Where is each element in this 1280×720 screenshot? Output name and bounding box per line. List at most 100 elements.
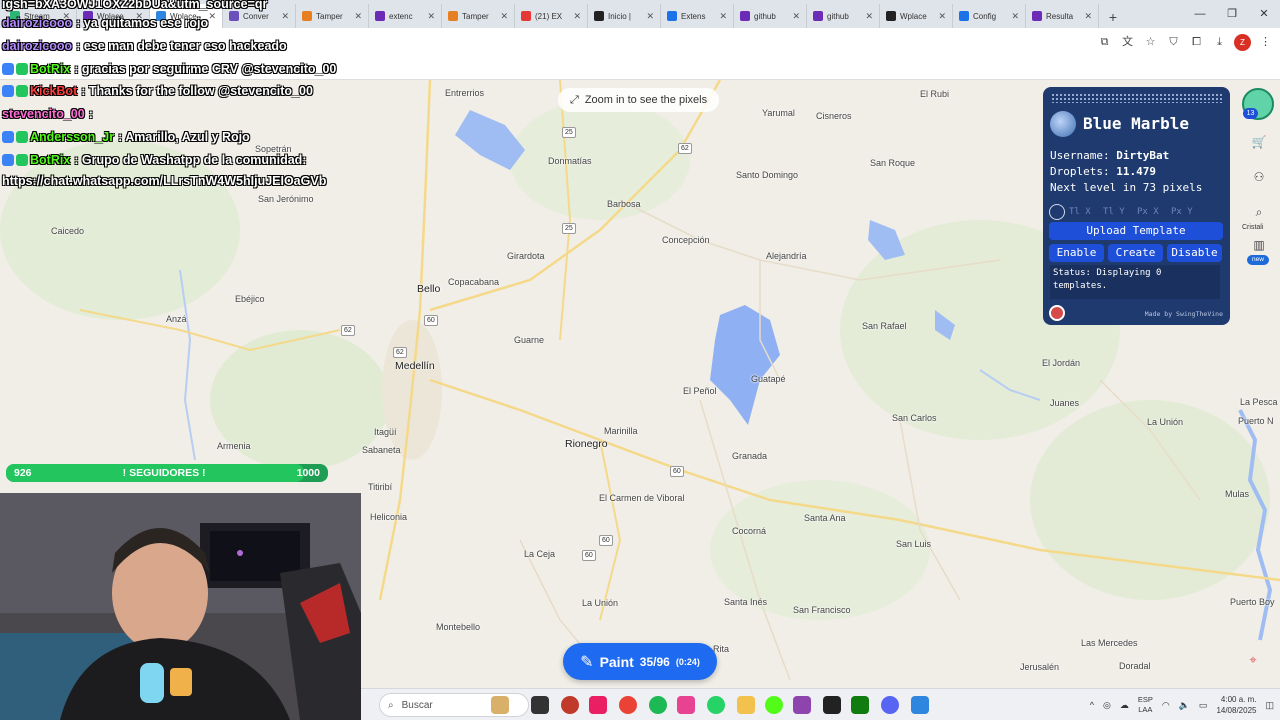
tab-close-icon[interactable]: ✕ xyxy=(573,11,581,22)
app-icon-4[interactable] xyxy=(793,696,811,714)
pin-icon[interactable] xyxy=(1049,204,1065,220)
map-place-label: San Luis xyxy=(896,539,932,549)
extension-shield-icon[interactable]: ⛉ xyxy=(1165,34,1182,51)
discord-icon[interactable] xyxy=(881,696,899,714)
locate-icon[interactable]: ⌖ xyxy=(1243,650,1263,670)
chat-username: dairozicooo xyxy=(2,16,73,30)
tile-y-input[interactable]: Tl Y xyxy=(1103,207,1133,217)
app-icon-1[interactable] xyxy=(561,696,579,714)
browser-tab[interactable]: Resulta ✕ xyxy=(1026,4,1099,28)
tray-app-icon[interactable]: ◎ xyxy=(1103,700,1111,711)
browser-tab[interactable]: Extens ✕ xyxy=(661,4,734,28)
map-place-label: El Jordán xyxy=(1042,358,1081,368)
extensions-icon[interactable]: ⧠ xyxy=(1188,34,1205,51)
browser-tab[interactable]: Inicio | ✕ xyxy=(588,4,661,28)
cast-icon[interactable]: ⧉ xyxy=(1096,34,1113,51)
new-tab-button[interactable]: + xyxy=(1103,6,1123,28)
volume-icon[interactable]: 🔈 xyxy=(1179,700,1190,711)
clock[interactable]: 4:00 a. m. 14/08/2025 xyxy=(1216,694,1256,716)
close-window-icon[interactable]: ✕ xyxy=(1248,0,1280,28)
spotify-icon[interactable] xyxy=(649,696,667,714)
app-icon-5[interactable] xyxy=(823,696,841,714)
stats-chart-icon[interactable]: ▥ xyxy=(1248,234,1270,256)
app-icon-2[interactable] xyxy=(589,696,607,714)
chat-username: stevencito_00 xyxy=(2,107,85,121)
tab-title: github xyxy=(827,11,849,21)
battery-icon[interactable]: ▭ xyxy=(1199,700,1208,711)
app-icon-3[interactable] xyxy=(677,696,695,714)
task-view-icon[interactable] xyxy=(531,696,549,714)
tab-close-icon[interactable]: ✕ xyxy=(719,11,727,22)
drag-handle[interactable] xyxy=(1051,93,1222,103)
tab-title: Config xyxy=(973,11,997,21)
chat-message: Andersson_Jr: Amarillo, Azul y Rojo xyxy=(2,130,250,144)
map-place-label: San Carlos xyxy=(892,413,937,423)
chat-message: igsh=bXA3OWJ1OXZ2bDUa&utm_source=qr xyxy=(2,0,267,11)
notifications-icon[interactable]: ◫ xyxy=(1265,700,1274,711)
chat-text: : Amarillo, Azul y Rojo xyxy=(118,130,250,144)
tab-close-icon[interactable]: ✕ xyxy=(865,11,873,22)
chat-badge-icon xyxy=(16,154,28,166)
disable-button[interactable]: Disable xyxy=(1167,244,1222,262)
tab-close-icon[interactable]: ✕ xyxy=(281,11,289,22)
pixel-y-input[interactable]: Px Y xyxy=(1171,207,1201,217)
pixel-x-input[interactable]: Px X xyxy=(1137,207,1167,217)
map-place-label: Doradal xyxy=(1119,661,1151,671)
browser-tab[interactable]: Tamper ✕ xyxy=(296,4,369,28)
kick-icon[interactable] xyxy=(765,696,783,714)
profile-avatar[interactable]: Z xyxy=(1234,34,1251,51)
tile-x-input[interactable]: Tl X xyxy=(1069,207,1099,217)
store-cart-icon[interactable]: 🛒 xyxy=(1248,131,1270,153)
bookmark-star-icon[interactable]: ☆ xyxy=(1142,34,1159,51)
xbox-icon[interactable] xyxy=(851,696,869,714)
taskbar-widget-icon[interactable] xyxy=(491,696,509,714)
create-button[interactable]: Create xyxy=(1108,244,1163,262)
tab-close-icon[interactable]: ✕ xyxy=(646,11,654,22)
tray-cloud-icon[interactable]: ☁ xyxy=(1120,700,1129,711)
browser-tab[interactable]: github ✕ xyxy=(734,4,807,28)
tray-chevron-icon[interactable]: ^ xyxy=(1090,700,1094,710)
download-icon[interactable]: ⤓ xyxy=(1211,34,1228,51)
paint-button[interactable]: ✎ Paint 35/96 (0:24) xyxy=(563,643,717,680)
whatsapp-icon[interactable] xyxy=(707,696,725,714)
road-shield: 60 xyxy=(599,535,613,546)
language-indicator[interactable]: ESP LAA xyxy=(1138,695,1153,715)
search-icon[interactable]: ⌕ xyxy=(1248,201,1270,223)
leaderboard-people-icon[interactable]: ⚇ xyxy=(1248,166,1270,188)
browser-tab[interactable]: github ✕ xyxy=(807,4,880,28)
map-place-label: Santa Inés xyxy=(724,597,768,607)
coordinate-inputs: Tl X Tl Y Px X Px Y xyxy=(1049,204,1201,220)
tab-close-icon[interactable]: ✕ xyxy=(208,11,216,22)
tab-close-icon[interactable]: ✕ xyxy=(938,11,946,22)
app-icon-6[interactable] xyxy=(911,696,929,714)
browser-tab[interactable]: extenc ✕ xyxy=(369,4,442,28)
brush-icon: ✎ xyxy=(580,653,594,671)
enable-button[interactable]: Enable xyxy=(1049,244,1104,262)
file-explorer-icon[interactable] xyxy=(737,696,755,714)
browser-tab[interactable]: Wplace ✕ xyxy=(880,4,953,28)
upload-template-button[interactable]: Upload Template xyxy=(1049,222,1223,240)
translate-icon[interactable]: 文 xyxy=(1119,34,1136,51)
chat-message: stevencito_00: xyxy=(2,107,93,121)
tab-close-icon[interactable]: ✕ xyxy=(500,11,508,22)
tab-favicon-icon xyxy=(740,11,750,21)
chrome-icon[interactable] xyxy=(619,696,637,714)
tab-close-icon[interactable]: ✕ xyxy=(354,11,362,22)
browser-tab[interactable]: Config ✕ xyxy=(953,4,1026,28)
map-place-label: Mulas xyxy=(1225,489,1250,499)
menu-kebab-icon[interactable]: ⋮ xyxy=(1257,34,1274,51)
chat-text: igsh=bXA3OWJ1OXZ2bDUa&utm_source=qr xyxy=(2,0,268,11)
wifi-icon[interactable]: ◠ xyxy=(1162,700,1170,711)
tab-close-icon[interactable]: ✕ xyxy=(792,11,800,22)
browser-tab[interactable]: (21) EX ✕ xyxy=(515,4,588,28)
minimize-icon[interactable]: — xyxy=(1184,0,1216,28)
browser-tab[interactable]: Tamper ✕ xyxy=(442,4,515,28)
tab-favicon-icon xyxy=(448,11,458,21)
map-place-label: Marinilla xyxy=(604,426,638,436)
restore-icon[interactable]: ❐ xyxy=(1216,0,1248,28)
tab-favicon-icon xyxy=(229,11,239,21)
tab-close-icon[interactable]: ✕ xyxy=(1011,11,1019,22)
chat-badge-icon xyxy=(16,131,28,143)
tab-close-icon[interactable]: ✕ xyxy=(1084,11,1092,22)
tab-close-icon[interactable]: ✕ xyxy=(427,11,435,22)
